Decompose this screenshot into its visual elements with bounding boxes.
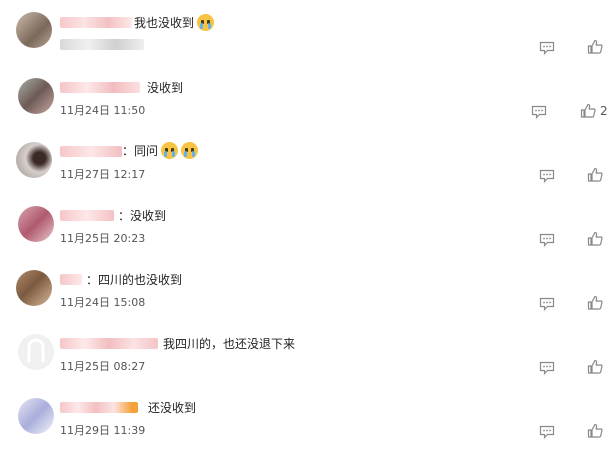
username-blurred[interactable] bbox=[60, 402, 138, 413]
username-blurred[interactable] bbox=[60, 146, 122, 157]
like-button[interactable] bbox=[587, 39, 603, 55]
like-button[interactable]: 2 bbox=[580, 103, 608, 119]
thumbs-up-icon bbox=[587, 39, 603, 54]
thumbs-up-icon bbox=[587, 423, 603, 438]
comment-icon bbox=[539, 361, 555, 375]
reply-button[interactable] bbox=[539, 168, 555, 183]
username-blurred[interactable] bbox=[60, 82, 140, 93]
comment-icon bbox=[531, 105, 547, 119]
comment-item: 我也没收到 bbox=[0, 12, 615, 72]
like-button[interactable] bbox=[587, 167, 603, 183]
reply-button[interactable] bbox=[539, 360, 555, 375]
avatar[interactable] bbox=[18, 206, 54, 242]
thumbs-up-icon bbox=[580, 103, 596, 118]
reply-button[interactable] bbox=[539, 232, 555, 247]
comment-item: 还没收到 11月29日 11:39 bbox=[0, 396, 615, 456]
comment-text: 我也没收到 bbox=[134, 14, 215, 31]
default-avatar-icon bbox=[27, 338, 45, 362]
comment-text: ：没收到 bbox=[118, 209, 167, 223]
thumbs-up-icon bbox=[587, 295, 603, 310]
thumbs-up-icon bbox=[587, 167, 603, 182]
thumbs-up-icon bbox=[587, 359, 603, 374]
comment-icon bbox=[539, 233, 555, 247]
comment-timestamp: 11月24日 11:50 bbox=[60, 104, 146, 117]
comment-text: 我四川的，也还没退下来 bbox=[163, 337, 296, 351]
avatar[interactable] bbox=[18, 398, 54, 434]
comment-icon bbox=[539, 425, 555, 439]
comment-item: 没收到 11月24日 11:50 2 bbox=[0, 76, 615, 136]
comment-item: ：四川的也没收到 11月24日 15:08 bbox=[0, 268, 615, 328]
comment-timestamp: 11月25日 08:27 bbox=[60, 360, 146, 373]
comment-icon bbox=[539, 169, 555, 183]
comment-icon bbox=[539, 41, 555, 55]
username-blurred[interactable] bbox=[60, 338, 158, 349]
like-button[interactable] bbox=[587, 359, 603, 375]
like-button[interactable] bbox=[587, 231, 603, 247]
avatar[interactable] bbox=[18, 78, 54, 114]
reply-button[interactable] bbox=[539, 296, 555, 311]
comment-item: ：没收到 11月25日 20:23 bbox=[0, 204, 615, 264]
timestamp-blurred bbox=[60, 39, 144, 50]
reply-button[interactable] bbox=[531, 104, 547, 119]
avatar[interactable] bbox=[16, 12, 52, 48]
like-button[interactable] bbox=[587, 423, 603, 439]
username-blurred[interactable] bbox=[60, 17, 132, 28]
crying-face-emoji-icon bbox=[181, 142, 199, 159]
crying-face-emoji-icon bbox=[161, 142, 179, 159]
comment-timestamp: 11月29日 11:39 bbox=[60, 424, 146, 437]
comment-item: 我四川的，也还没退下来 11月25日 08:27 bbox=[0, 332, 615, 392]
avatar[interactable] bbox=[16, 142, 52, 178]
avatar[interactable] bbox=[18, 334, 54, 370]
like-count: 2 bbox=[600, 104, 608, 118]
thumbs-up-icon bbox=[587, 231, 603, 246]
comment-text: 没收到 bbox=[147, 81, 184, 95]
reply-button[interactable] bbox=[539, 40, 555, 55]
comment-text: ：四川的也没收到 bbox=[86, 273, 183, 287]
comment-icon bbox=[539, 297, 555, 311]
username-blurred[interactable] bbox=[60, 274, 82, 285]
comment-item: ：同问 11月27日 12:17 bbox=[0, 140, 615, 200]
crying-face-emoji-icon bbox=[197, 14, 215, 31]
comment-timestamp: 11月25日 20:23 bbox=[60, 232, 146, 245]
comment-text: 还没收到 bbox=[148, 401, 197, 415]
comment-timestamp: 11月24日 15:08 bbox=[60, 296, 146, 309]
comment-text: ：同问 bbox=[122, 142, 199, 159]
like-button[interactable] bbox=[587, 295, 603, 311]
reply-button[interactable] bbox=[539, 424, 555, 439]
avatar[interactable] bbox=[16, 270, 52, 306]
comment-timestamp: 11月27日 12:17 bbox=[60, 168, 146, 181]
username-blurred[interactable] bbox=[60, 210, 114, 221]
